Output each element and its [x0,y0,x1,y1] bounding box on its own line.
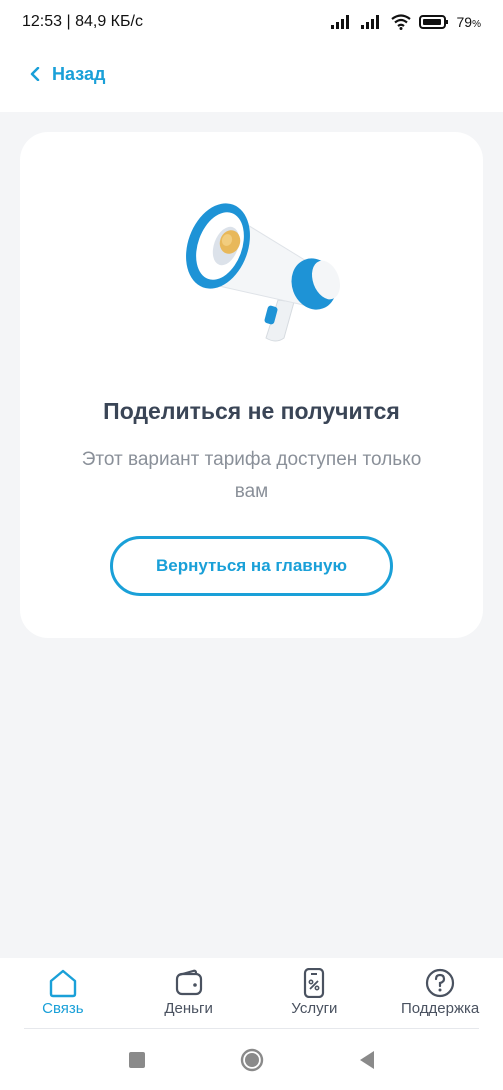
nav-label: Услуги [291,1000,338,1017]
status-time-speed: 12:53 | 84,9 КБ/с [22,13,143,30]
status-bar: 12:53 | 84,9 КБ/с 79% [0,0,503,44]
card-description: Этот вариант тарифа доступен только вам [81,449,422,502]
nav-item-uslugi[interactable]: Услуги [252,958,378,1030]
nav-label: Поддержка [400,1000,480,1017]
signal-icon-2 [360,15,379,29]
divider [24,1028,479,1029]
top-nav: Назад [0,44,503,112]
nav-item-dengi[interactable]: Деньги [126,958,252,1030]
nav-item-podderzhka[interactable]: Поддержка [377,958,503,1030]
battery-icon [418,15,448,29]
share-unavailable-card: Поделиться не получится Этот вариант тар… [20,132,483,638]
help-icon [426,968,455,998]
recent-apps-button[interactable] [128,1051,146,1069]
home-system-button[interactable] [240,1048,264,1072]
battery-unit: % [472,19,481,30]
chevron-left-icon [30,67,40,81]
nav-label: Деньги [164,1000,213,1017]
signal-icon [330,15,349,29]
services-icon [304,968,325,998]
wifi-icon [390,14,411,30]
home-icon [49,969,77,998]
megaphone-icon [186,203,341,342]
nav-item-svyaz[interactable]: Связь [0,958,126,1030]
back-system-button[interactable] [358,1050,376,1070]
return-home-button[interactable]: Вернуться на главную [110,536,393,596]
battery-percent: 79% [457,14,481,30]
bottom-nav: Связь Деньги Услуги Поддержка [0,958,503,1030]
status-icons: 79% [330,14,481,30]
wallet-icon [175,969,202,996]
back-label: Назад [52,63,106,84]
battery-value: 79 [456,14,473,30]
system-nav-bar [0,1030,503,1090]
back-button[interactable]: Назад [30,58,105,90]
nav-label: Связь [42,1000,84,1017]
card-title: Поделиться не получится [103,398,400,424]
